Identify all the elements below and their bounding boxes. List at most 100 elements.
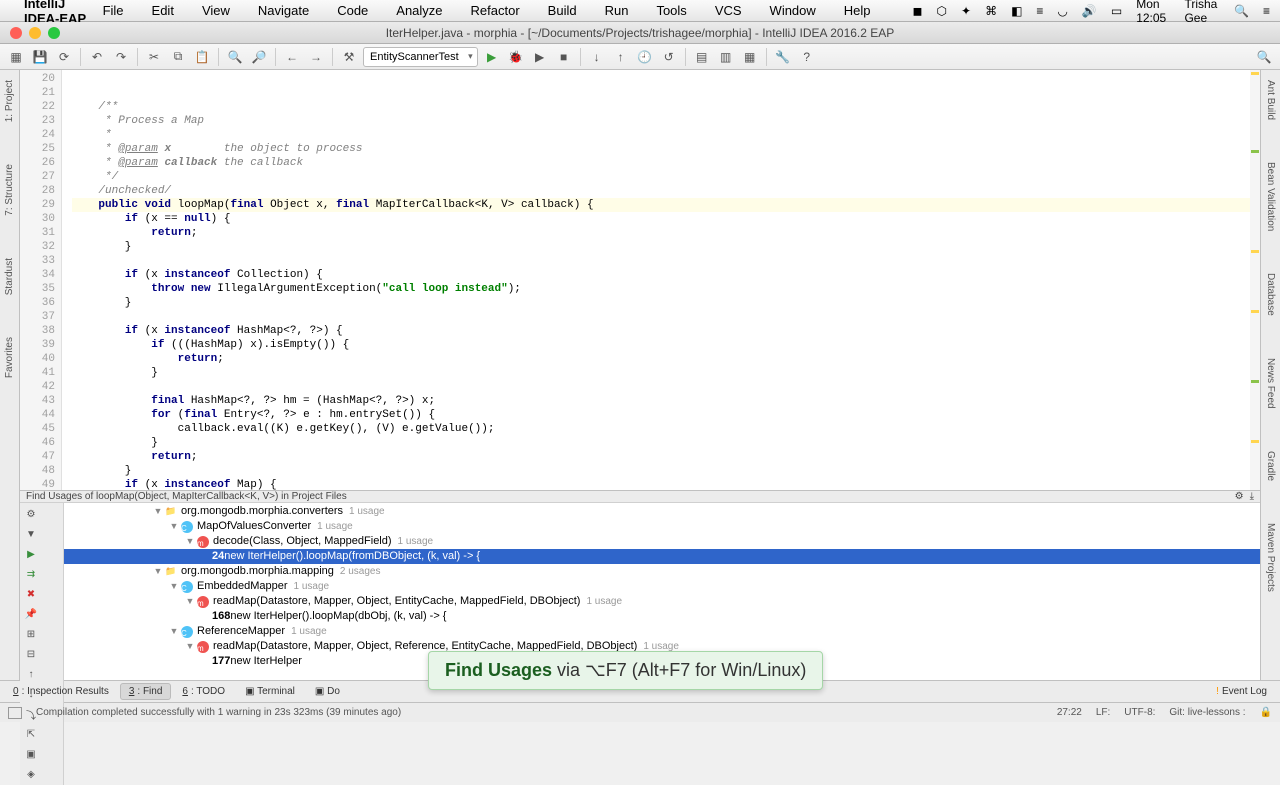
code-line[interactable]: } xyxy=(72,240,1260,254)
gear-icon[interactable]: ⚙ xyxy=(1235,491,1244,502)
debug-icon[interactable]: 🐞 xyxy=(506,47,526,67)
close-icon[interactable]: ✖ xyxy=(22,585,40,603)
code-line[interactable] xyxy=(72,254,1260,268)
line-number[interactable]: 49 xyxy=(20,478,55,490)
code-line[interactable]: * Process a Map xyxy=(72,114,1260,128)
gutter[interactable]: 2021222324252627282930313233343536373839… xyxy=(20,70,62,490)
battery-icon[interactable]: ▭ xyxy=(1111,4,1122,18)
status-icon[interactable]: ✦ xyxy=(961,4,971,18)
line-number[interactable]: 48 xyxy=(20,464,55,478)
line-number[interactable]: 29 xyxy=(20,198,55,212)
line-number[interactable]: 22 xyxy=(20,100,55,114)
right-tab-bean-validation[interactable]: Bean Validation xyxy=(1263,156,1278,237)
menu-navigate[interactable]: Navigate xyxy=(258,3,309,18)
tooltab-todo[interactable]: 6: TODO xyxy=(173,683,234,700)
refresh-icon[interactable]: ⟳ xyxy=(54,47,74,67)
menu-window[interactable]: Window xyxy=(770,3,816,18)
menu-help[interactable]: Help xyxy=(844,3,871,18)
expand-arrow-icon[interactable]: ▼ xyxy=(168,519,180,534)
find-tree-row[interactable]: ▼📁org.mongodb.morphia.converters1 usage xyxy=(64,504,1260,519)
code-line[interactable]: if (x == null) { xyxy=(72,212,1260,226)
line-number[interactable]: 28 xyxy=(20,184,55,198)
code-line[interactable]: } xyxy=(72,464,1260,478)
user-name[interactable]: Trisha Gee xyxy=(1184,0,1220,25)
right-tab-database[interactable]: Database xyxy=(1263,267,1278,322)
find-tree-row[interactable]: ▼mreadMap(Datastore, Mapper, Object, Ent… xyxy=(64,594,1260,609)
find-tree-row[interactable]: 24 new IterHelper().loopMap(fromDBObject… xyxy=(64,549,1260,564)
notifications-icon[interactable]: ≡ xyxy=(1263,4,1270,18)
left-tab-stardust[interactable]: Stardust xyxy=(2,252,17,301)
code-line[interactable]: if (x instanceof HashMap<?, ?>) { xyxy=(72,324,1260,338)
search-everywhere-icon[interactable]: 🔍 xyxy=(1254,47,1274,67)
line-number[interactable]: 33 xyxy=(20,254,55,268)
help-icon[interactable]: ? xyxy=(797,47,817,67)
line-number[interactable]: 35 xyxy=(20,282,55,296)
line-number[interactable]: 24 xyxy=(20,128,55,142)
code-line[interactable]: if (x instanceof Collection) { xyxy=(72,268,1260,282)
vcs-update-icon[interactable]: ↓ xyxy=(587,47,607,67)
line-number[interactable]: 42 xyxy=(20,380,55,394)
rerun-icon[interactable]: ⇉ xyxy=(22,565,40,583)
line-number[interactable]: 26 xyxy=(20,156,55,170)
right-tab-gradle[interactable]: Gradle xyxy=(1263,445,1278,487)
editor[interactable]: 2021222324252627282930313233343536373839… xyxy=(20,70,1260,490)
cut-icon[interactable]: ✂ xyxy=(144,47,164,67)
minimize-window-button[interactable] xyxy=(29,27,41,39)
line-number[interactable]: 40 xyxy=(20,352,55,366)
menu-build[interactable]: Build xyxy=(548,3,577,18)
save-icon[interactable]: 💾 xyxy=(30,47,50,67)
menu-view[interactable]: View xyxy=(202,3,230,18)
menu-analyze[interactable]: Analyze xyxy=(396,3,442,18)
code-line[interactable]: return; xyxy=(72,352,1260,366)
settings-icon[interactable]: 🔧 xyxy=(773,47,793,67)
spotlight-icon[interactable]: 🔍 xyxy=(1234,4,1249,18)
clock[interactable]: Mon 12:05 xyxy=(1136,0,1170,25)
left-tab-project[interactable]: 1: Project xyxy=(2,74,17,128)
code-line[interactable]: return; xyxy=(72,450,1260,464)
code-line[interactable]: * xyxy=(72,128,1260,142)
find-tree-row[interactable]: ▼CReferenceMapper1 usage xyxy=(64,624,1260,639)
group-icon[interactable]: ▣ xyxy=(22,745,40,763)
line-sep[interactable]: LF: xyxy=(1096,707,1110,718)
filter-icon[interactable]: ▼ xyxy=(22,525,40,543)
copy-icon[interactable]: ⧉ xyxy=(168,47,188,67)
right-tab-maven-projects[interactable]: Maven Projects xyxy=(1263,517,1278,598)
structure-icon[interactable]: ▥ xyxy=(716,47,736,67)
tooltab-find[interactable]: 3: Find xyxy=(120,683,172,700)
status-icon[interactable]: ◼ xyxy=(913,4,923,18)
find-tree-row[interactable]: ▼CEmbeddedMapper1 usage xyxy=(64,579,1260,594)
code-line[interactable]: } xyxy=(72,366,1260,380)
line-number[interactable]: 39 xyxy=(20,338,55,352)
line-number[interactable]: 31 xyxy=(20,226,55,240)
export-icon[interactable]: ⇱ xyxy=(22,725,40,743)
back-icon[interactable]: ← xyxy=(282,47,302,67)
expand-arrow-icon[interactable]: ▼ xyxy=(152,564,164,579)
expand-arrow-icon[interactable]: ▼ xyxy=(168,624,180,639)
vcs-revert-icon[interactable]: ↺ xyxy=(659,47,679,67)
code-line[interactable]: /** xyxy=(72,100,1260,114)
line-number[interactable]: 38 xyxy=(20,324,55,338)
prev-icon[interactable]: ↑ xyxy=(22,665,40,683)
cursor-position[interactable]: 27:22 xyxy=(1057,707,1082,718)
toolwindow-toggle-icon[interactable] xyxy=(8,707,22,719)
forward-icon[interactable]: → xyxy=(306,47,326,67)
expand-arrow-icon[interactable]: ▼ xyxy=(152,504,164,519)
find-tree-row[interactable]: ▼📁org.mongodb.morphia.mapping2 usages xyxy=(64,564,1260,579)
replace-icon[interactable]: 🔎 xyxy=(249,47,269,67)
merge-icon[interactable]: ◈ xyxy=(22,765,40,783)
expand-arrow-icon[interactable]: ▼ xyxy=(168,579,180,594)
tooltab-terminal[interactable]: ▣ Terminal xyxy=(236,683,304,700)
menu-vcs[interactable]: VCS xyxy=(715,3,742,18)
line-number[interactable]: 47 xyxy=(20,450,55,464)
code-line[interactable] xyxy=(72,380,1260,394)
error-stripe[interactable] xyxy=(1250,70,1260,490)
expand-arrow-icon[interactable]: ▼ xyxy=(184,534,196,549)
left-tab-structure[interactable]: 7: Structure xyxy=(2,158,17,222)
menu-refactor[interactable]: Refactor xyxy=(471,3,520,18)
run-config-combo[interactable]: EntityScannerTest xyxy=(363,47,478,67)
code-line[interactable]: * @param callback the callback xyxy=(72,156,1260,170)
open-icon[interactable]: ▦ xyxy=(6,47,26,67)
right-tab-news-feed[interactable]: News Feed xyxy=(1263,352,1278,415)
code-line[interactable]: throw new IllegalArgumentException("call… xyxy=(72,282,1260,296)
vcs-history-icon[interactable]: 🕘 xyxy=(635,47,655,67)
